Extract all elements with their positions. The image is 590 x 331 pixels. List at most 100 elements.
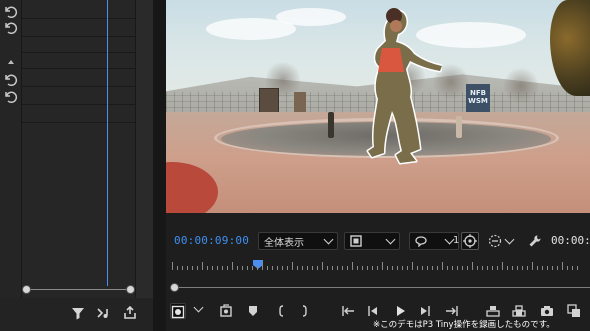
ruler-tick	[347, 266, 348, 270]
track-divider	[22, 104, 135, 105]
masked-dancer[interactable]	[342, 4, 442, 213]
scrollbar-handle-right[interactable]	[126, 285, 135, 294]
filter-icon[interactable]	[70, 305, 86, 321]
ruler-tick	[202, 262, 203, 270]
track-divider	[22, 68, 135, 69]
target-button[interactable]	[461, 232, 479, 250]
ruler-tick	[547, 266, 548, 270]
play-icon[interactable]	[392, 303, 408, 319]
timeline-zoom-scrollbar[interactable]	[22, 284, 135, 295]
ruler-tick	[322, 262, 323, 270]
chevron-down-icon[interactable]	[193, 302, 204, 313]
ruler-tick	[227, 266, 228, 270]
ruler-tick	[302, 266, 303, 270]
playhead-timecode[interactable]: 00:00:09:00	[174, 234, 249, 247]
mask-button[interactable]	[170, 303, 186, 319]
monitor-time-ruler[interactable]	[166, 256, 590, 274]
ruler-tick	[567, 266, 568, 270]
go-to-in-icon[interactable]	[340, 303, 356, 319]
step-back-icon[interactable]	[365, 303, 381, 319]
ruler-tick	[462, 266, 463, 270]
caption-text: ※このデモはP3 Tiny操作を録画したものです。	[373, 320, 555, 330]
track-divider	[22, 36, 135, 37]
ruler-tick	[402, 266, 403, 270]
ruler-tick	[312, 266, 313, 270]
camera-icon[interactable]	[219, 303, 235, 319]
target-icon	[463, 234, 477, 248]
ruler-tick	[327, 266, 328, 270]
undo-icon[interactable]	[4, 91, 18, 103]
ruler-tick	[442, 262, 443, 270]
ruler-tick	[317, 266, 318, 270]
scrollbar-handle-left[interactable]	[22, 285, 31, 294]
ruler-tick	[232, 262, 233, 270]
chevron-down-icon	[385, 234, 396, 244]
snapshot-icon[interactable]	[539, 303, 555, 319]
ruler-tick	[357, 266, 358, 270]
safe-margin-select[interactable]	[483, 232, 519, 250]
export-icon[interactable]	[122, 305, 138, 321]
ruler-tick	[197, 266, 198, 270]
go-to-out-icon[interactable]	[444, 303, 460, 319]
ruler-tick	[307, 266, 308, 270]
ruler-tick	[572, 266, 573, 270]
panel-divider[interactable]	[153, 0, 166, 331]
caret-up-icon[interactable]	[8, 60, 14, 64]
ruler-tick	[532, 262, 533, 270]
timeline-tracks[interactable]	[22, 0, 135, 298]
ruler-tick	[192, 266, 193, 270]
chevron-down-icon	[323, 234, 334, 244]
music-marker-icon[interactable]	[96, 305, 112, 321]
ruler-tick	[377, 266, 378, 270]
ruler-tick	[332, 266, 333, 270]
ruler-tick	[447, 266, 448, 270]
zoom-select[interactable]: 全体表示	[258, 232, 338, 250]
monitor-scrollbar[interactable]	[166, 280, 590, 294]
comment-select[interactable]	[409, 232, 459, 250]
ruler-tick	[412, 262, 413, 270]
mask-select[interactable]	[344, 232, 400, 250]
timeline-playhead[interactable]	[107, 0, 108, 286]
ruler-tick	[387, 266, 388, 270]
marker-icon[interactable]	[245, 303, 261, 319]
ruler-tick	[352, 262, 353, 270]
ruler-tick	[577, 266, 578, 270]
ruler-tick	[372, 266, 373, 270]
ruler-tick	[342, 266, 343, 270]
compare-icon[interactable]	[566, 303, 582, 319]
ruler-tick	[212, 266, 213, 270]
ruler-tick	[452, 266, 453, 270]
undo-icon[interactable]	[4, 6, 18, 18]
ruler-tick	[417, 266, 418, 270]
scrollbar-handle[interactable]	[170, 283, 179, 292]
monitor-controls: 00:00:09:00 全体表示 1 00:00:4	[166, 228, 590, 254]
out-point-icon[interactable]	[297, 303, 313, 319]
step-forward-icon[interactable]	[417, 303, 433, 319]
ruler-tick	[407, 266, 408, 270]
undo-icon[interactable]	[4, 74, 18, 86]
ruler-tick	[252, 266, 253, 270]
ruler-tick	[397, 266, 398, 270]
ruler-tick	[527, 266, 528, 270]
ruler-tick	[517, 266, 518, 270]
video-frame[interactable]: NFB WSM	[166, 0, 590, 213]
ruler-tick	[207, 266, 208, 270]
insert-icon[interactable]	[485, 303, 501, 319]
ruler-tick	[257, 266, 258, 270]
ruler-tick	[497, 266, 498, 270]
ruler-tick	[287, 266, 288, 270]
in-point-icon[interactable]	[273, 303, 289, 319]
resolution-value[interactable]: 1	[453, 235, 459, 246]
undo-icon[interactable]	[4, 22, 18, 34]
ruler-tick	[367, 266, 368, 270]
ruler-tick	[557, 266, 558, 270]
ruler-tick	[237, 266, 238, 270]
ruler-tick	[337, 266, 338, 270]
overwrite-icon[interactable]	[511, 303, 527, 319]
ruler-tick	[477, 266, 478, 270]
ruler-tick	[272, 266, 273, 270]
ruler-tick	[537, 266, 538, 270]
comment-icon	[415, 236, 427, 247]
wrench-icon[interactable]	[528, 234, 542, 248]
ruler-tick	[507, 266, 508, 270]
